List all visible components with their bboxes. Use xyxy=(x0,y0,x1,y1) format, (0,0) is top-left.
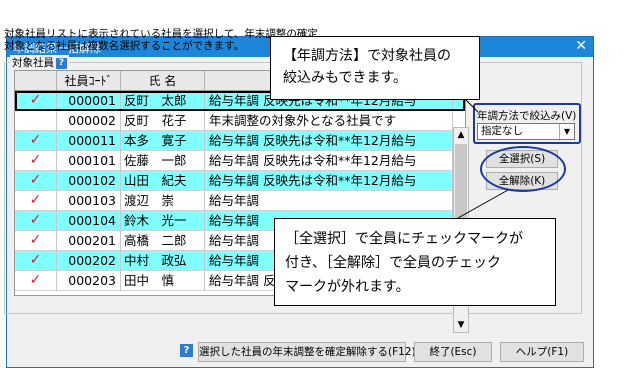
select-callout: ［全選択］で全員にチェックマークが 付き、［全解除］で全員のチェック マークが外… xyxy=(274,218,556,306)
callout-connector xyxy=(465,99,479,113)
callout-line: 付き、［全解除］で全員のチェック xyxy=(285,255,502,271)
callout-line: 【年調方法】で対象社員の xyxy=(283,48,451,64)
callout-connector xyxy=(457,189,509,219)
filter-callout: 【年調方法】で対象社員の 絞込みもできます。 xyxy=(270,36,480,100)
callout-line: マークが外れます。 xyxy=(285,279,410,295)
callout-line: 絞込みもできます。 xyxy=(283,70,408,86)
callout-line: ［全選択］で全員にチェックマークが xyxy=(285,231,523,247)
